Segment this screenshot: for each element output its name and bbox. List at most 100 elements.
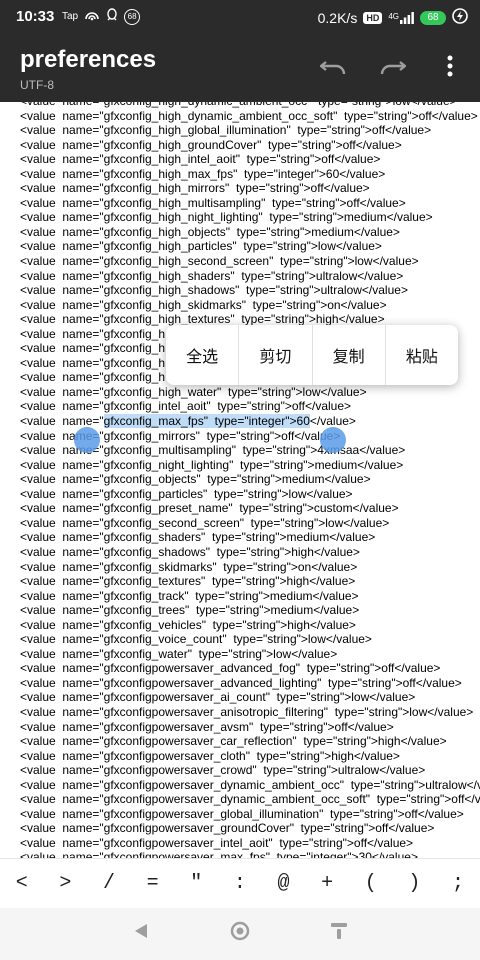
notification-count-badge: 68 <box>124 8 141 25</box>
symbol-key[interactable]: = <box>133 872 173 895</box>
editor-line[interactable]: <value name="gfxconfigpowersaver_dynamic… <box>0 792 480 807</box>
text-context-menu: 全选 剪切 复制 粘贴 <box>166 325 458 385</box>
symbol-key[interactable]: @ <box>264 872 304 895</box>
editor-line[interactable]: <value name="gfxconfig_high_objects" typ… <box>0 225 480 240</box>
select-all-button[interactable]: 全选 <box>166 325 240 385</box>
status-bar: 10:33 Tap 68 0.2K/s HD 4G 68 <box>0 0 480 34</box>
status-time: 10:33 <box>16 8 55 25</box>
editor-line[interactable]: <value name="gfxconfig_night_lighting" t… <box>0 458 480 473</box>
editor-line[interactable]: <value name="gfxconfig_high_groundCover"… <box>0 138 480 153</box>
editor-line[interactable]: <value name="gfxconfig_high_second_scree… <box>0 254 480 269</box>
battery-icon: 68 <box>420 10 446 25</box>
editor-line[interactable]: <value name="gfxconfig_high_dynamic_ambi… <box>0 102 480 109</box>
redo-button[interactable] <box>374 50 410 86</box>
editor-line[interactable]: <value name="gfxconfig_high_intel_aoit" … <box>0 152 480 167</box>
editor-line[interactable]: <value name="gfxconfigpowersaver_advance… <box>0 661 480 676</box>
undo-icon <box>319 56 348 81</box>
paste-button[interactable]: 粘贴 <box>386 325 458 385</box>
hotspot-icon <box>84 9 100 24</box>
symbol-key[interactable]: : <box>220 872 260 895</box>
editor-line[interactable]: <value name="gfxconfig_voice_count" type… <box>0 632 480 647</box>
nav-recents-button[interactable] <box>326 920 352 946</box>
signal-icon: 4G <box>388 11 414 24</box>
editor-line[interactable]: <value name="gfxconfigpowersaver_avsm" t… <box>0 720 480 735</box>
editor-line[interactable]: <value name="gfxconfig_particles" type="… <box>0 487 480 502</box>
editor-line[interactable]: <value name="gfxconfig_shadows" type="st… <box>0 545 480 560</box>
editor-line[interactable]: <value name="gfxconfig_skidmarks" type="… <box>0 560 480 575</box>
app-bar: preferences UTF-8 <box>0 34 480 102</box>
editor-line[interactable]: <value name="gfxconfig_shaders" type="st… <box>0 530 480 545</box>
more-options-button[interactable] <box>432 50 468 86</box>
line-text: </value> <box>309 414 356 429</box>
editor-line[interactable]: <value name="gfxconfigpowersaver_groundC… <box>0 821 480 836</box>
net-type-label: 4G <box>388 11 399 21</box>
selected-text[interactable]: gfxconfig_max_fps" type="integer">60 <box>103 414 310 429</box>
editor-line[interactable]: <value name="gfxconfig_high_global_illum… <box>0 123 480 138</box>
status-left-icons: Tap 68 <box>62 8 141 25</box>
line-text: <value name=" <box>20 414 104 429</box>
text-editor[interactable]: <value name="gfxconfig_high_dynamic_ambi… <box>0 102 480 858</box>
editor-line[interactable]: <value name="gfxconfigpowersaver_advance… <box>0 676 480 691</box>
editor-line[interactable]: <value name="gfxconfig_high_shadows" typ… <box>0 283 480 298</box>
symbol-key[interactable]: + <box>307 872 347 895</box>
editor-line[interactable]: <value name="gfxconfig_high_max_fps" typ… <box>0 167 480 182</box>
cut-button[interactable]: 剪切 <box>239 325 313 385</box>
nav-recents-icon <box>329 921 349 946</box>
editor-line[interactable]: <value name="gfxconfigpowersaver_dynamic… <box>0 778 480 793</box>
editor-line[interactable]: <value name="gfxconfig_water" type="stri… <box>0 647 480 662</box>
editor-line[interactable]: <value name="gfxconfigpowersaver_intel_a… <box>0 836 480 851</box>
editor-line[interactable]: <value name="gfxconfigpowersaver_anisotr… <box>0 705 480 720</box>
editor-line[interactable]: <value name="gfxconfig_high_night_lighti… <box>0 210 480 225</box>
symbol-bar: < > / = ": @ +(); <box>0 858 480 908</box>
undo-button[interactable] <box>316 50 352 86</box>
editor-line[interactable]: <value name="gfxconfig_vehicles" type="s… <box>0 618 480 633</box>
editor-line[interactable]: <value name="gfxconfigpowersaver_cloth" … <box>0 749 480 764</box>
nav-back-icon <box>131 921 151 946</box>
selection-start-handle[interactable] <box>74 427 100 453</box>
editor-line[interactable]: <value name="gfxconfig_objects" type="st… <box>0 472 480 487</box>
symbol-key[interactable]: > <box>45 872 85 895</box>
editor-line[interactable]: <value name="gfxconfig_multisampling" ty… <box>0 443 480 458</box>
status-right-icons: 0.2K/s HD 4G 68 <box>318 8 468 27</box>
symbol-key[interactable]: ( <box>351 872 391 895</box>
symbol-key[interactable]: < <box>2 872 42 895</box>
editor-line[interactable]: <value name="gfxconfig_mirrors" type="st… <box>0 429 480 444</box>
editor-line[interactable]: <value name="gfxconfig_max_fps" type="in… <box>0 414 480 429</box>
editor-line[interactable]: <value name="gfxconfigpowersaver_crowd" … <box>0 763 480 778</box>
editor-line[interactable]: <value name="gfxconfigpowersaver_max_fps… <box>0 850 480 858</box>
symbol-key[interactable]: / <box>89 872 129 895</box>
bolt-icon <box>452 8 468 27</box>
editor-line[interactable]: <value name="gfxconfig_high_water" type=… <box>0 385 480 400</box>
editor-line[interactable]: <value name="gfxconfig_track" type="stri… <box>0 589 480 604</box>
editor-line[interactable]: <value name="gfxconfig_trees" type="stri… <box>0 603 480 618</box>
editor-line[interactable]: <value name="gfxconfigpowersaver_ai_coun… <box>0 690 480 705</box>
editor-line[interactable]: <value name="gfxconfig_high_skidmarks" t… <box>0 298 480 313</box>
editor-line[interactable]: <value name="gfxconfig_high_particles" t… <box>0 239 480 254</box>
editor-line[interactable]: <value name="gfxconfig_high_multisamplin… <box>0 196 480 211</box>
editor-line[interactable]: <value name="gfxconfig_high_mirrors" typ… <box>0 181 480 196</box>
qq-icon <box>106 8 118 25</box>
symbol-key[interactable]: ) <box>394 872 434 895</box>
more-vert-icon <box>447 55 453 82</box>
editor-line[interactable]: <value name="gfxconfig_intel_aoit" type=… <box>0 399 480 414</box>
system-nav-bar <box>0 908 480 960</box>
editor-line[interactable]: <value name="gfxconfig_high_shaders" typ… <box>0 269 480 284</box>
copy-button[interactable]: 复制 <box>313 325 386 385</box>
encoding-label[interactable]: UTF-8 <box>20 78 54 92</box>
selection-end-handle[interactable] <box>320 427 346 453</box>
editor-line[interactable]: <value name="gfxconfig_textures" type="s… <box>0 574 480 589</box>
symbol-key[interactable]: " <box>176 872 216 895</box>
editor-lines[interactable]: <value name="gfxconfig_high_dynamic_ambi… <box>0 102 480 858</box>
page-title: preferences <box>20 46 157 73</box>
editor-line[interactable]: <value name="gfxconfig_preset_name" type… <box>0 501 480 516</box>
editor-line[interactable]: <value name="gfxconfig_second_screen" ty… <box>0 516 480 531</box>
nav-back-button[interactable] <box>128 920 154 946</box>
editor-line[interactable]: <value name="gfxconfigpowersaver_global_… <box>0 807 480 822</box>
nav-home-icon <box>229 920 251 947</box>
editor-line[interactable]: <value name="gfxconfig_high_dynamic_ambi… <box>0 109 480 124</box>
editor-line[interactable]: <value name="gfxconfigpowersaver_car_ref… <box>0 734 480 749</box>
symbol-key[interactable]: ; <box>438 872 478 895</box>
nav-home-button[interactable] <box>227 920 253 946</box>
tap-label: Tap <box>62 11 79 22</box>
redo-icon <box>378 56 407 81</box>
